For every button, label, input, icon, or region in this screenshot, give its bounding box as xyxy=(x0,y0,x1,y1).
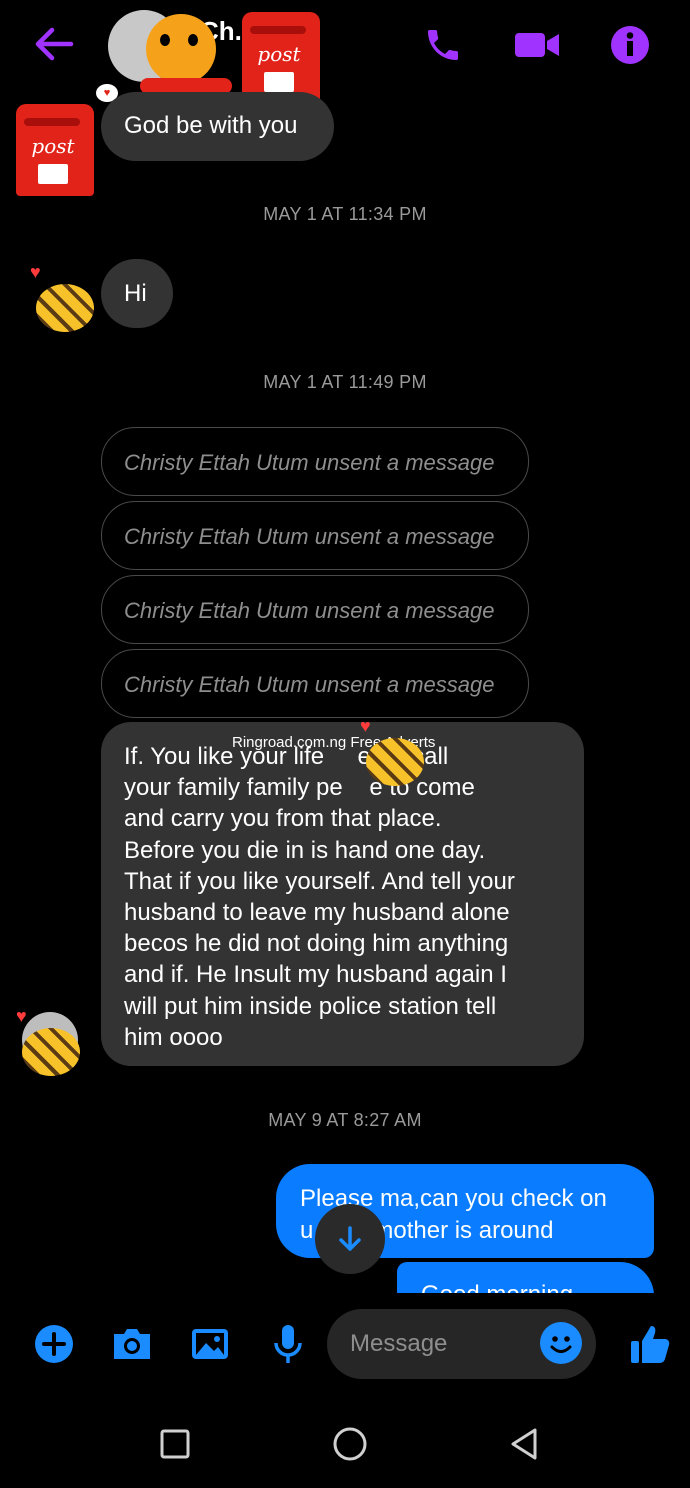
message-line: becos he did not doing him anything xyxy=(124,930,509,958)
back-button[interactable] xyxy=(30,22,78,66)
message-line: and carry you from that place. xyxy=(124,805,442,833)
video-call-button[interactable] xyxy=(512,20,562,70)
triangle-back-icon xyxy=(511,1428,537,1460)
plus-circle-icon xyxy=(35,1325,73,1363)
phone-icon xyxy=(428,30,458,60)
thumbs-up-icon xyxy=(631,1326,670,1363)
message-bubble-outgoing[interactable]: Good morning xyxy=(397,1262,654,1293)
scroll-to-bottom-button[interactable] xyxy=(315,1204,385,1274)
arrow-left-icon xyxy=(35,27,74,61)
gallery-button[interactable] xyxy=(188,1322,232,1366)
message-timestamp: MAY 1 AT 11:34 PM xyxy=(263,204,427,224)
message-line: husband to leave my husband alone xyxy=(124,899,510,927)
like-button[interactable] xyxy=(628,1322,672,1366)
recents-button[interactable] xyxy=(153,1422,197,1466)
bee-sticker: ♥ xyxy=(20,262,100,342)
message-clip: Good morning xyxy=(397,1262,654,1293)
bee-sticker: ♥ xyxy=(6,1006,86,1086)
image-icon xyxy=(192,1329,228,1359)
emoji-button[interactable] xyxy=(540,1322,582,1364)
voice-call-button[interactable] xyxy=(418,20,468,70)
message-timestamp: MAY 9 AT 8:27 AM xyxy=(268,1110,422,1130)
bee-sticker: ♥ xyxy=(350,716,430,796)
unsent-message[interactable]: Christy Ettah Utum unsent a message xyxy=(101,427,529,496)
more-actions-button[interactable] xyxy=(32,1322,76,1366)
message-bubble-incoming[interactable]: God be with you xyxy=(101,92,334,161)
info-icon xyxy=(611,26,649,64)
message-line: will put him inside police station tell xyxy=(124,992,497,1020)
message-timestamp: MAY 1 AT 11:49 PM xyxy=(263,372,427,392)
back-nav-button[interactable] xyxy=(502,1422,546,1466)
message-text: Hi xyxy=(124,280,147,307)
home-button[interactable] xyxy=(328,1422,372,1466)
message-composer xyxy=(0,1300,690,1390)
message-text: Good morning xyxy=(421,1281,573,1293)
microphone-icon xyxy=(274,1325,302,1363)
message-bubble-incoming[interactable]: Hi xyxy=(101,259,173,328)
voice-message-button[interactable] xyxy=(266,1322,310,1366)
message-line: That if you like yourself. And tell your xyxy=(124,867,515,895)
message-line: Before you die in is hand one day. xyxy=(124,836,486,864)
system-navigation-bar xyxy=(0,1400,690,1488)
info-button[interactable] xyxy=(605,20,655,70)
circle-icon xyxy=(333,1427,367,1461)
message-bubble-incoming[interactable]: If. You like your life etter call your f… xyxy=(101,722,584,1066)
chat-header: Ch... U... xyxy=(0,0,690,90)
video-camera-icon xyxy=(515,33,559,57)
camera-icon xyxy=(114,1329,150,1359)
smiley-icon xyxy=(550,1336,572,1353)
unsent-message[interactable]: Christy Ettah Utum unsent a message xyxy=(101,501,529,570)
camera-button[interactable] xyxy=(110,1322,154,1366)
unsent-message[interactable]: Christy Ettah Utum unsent a message xyxy=(101,575,529,644)
arrow-down-icon xyxy=(339,1226,361,1251)
message-text: God be with you xyxy=(124,112,298,139)
message-line: and if. He Insult my husband again I xyxy=(124,961,507,989)
unsent-message[interactable]: Christy Ettah Utum unsent a message xyxy=(101,649,529,718)
message-line: him oooo xyxy=(124,1023,223,1051)
reindeer-sticker xyxy=(130,0,232,96)
square-icon xyxy=(160,1429,190,1459)
postbox-sticker: post ♥ xyxy=(10,84,118,200)
